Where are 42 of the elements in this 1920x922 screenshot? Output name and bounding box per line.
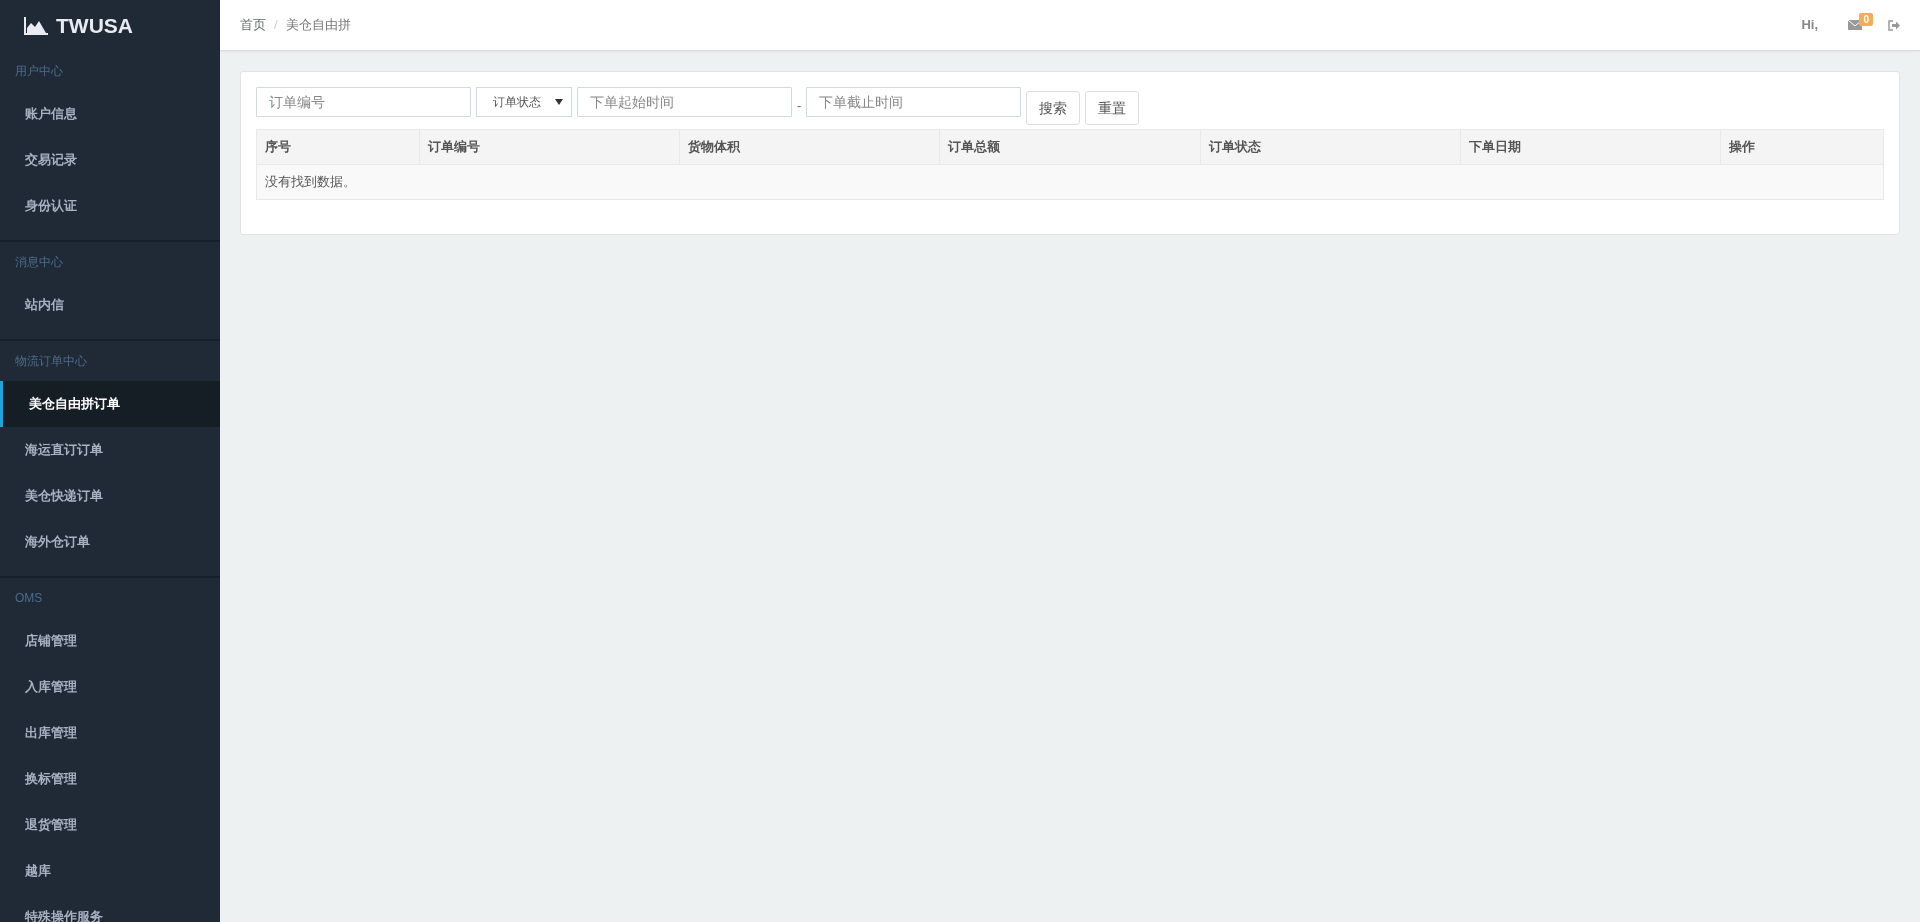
- greeting-text: Hi,: [1801, 16, 1818, 35]
- breadcrumb-link[interactable]: 首页: [240, 15, 266, 35]
- empty-table-message: 没有找到数据。: [256, 164, 1884, 200]
- sidebar-item[interactable]: 美仓自由拼订单: [0, 381, 220, 427]
- sidebar-item[interactable]: 美仓快递订单: [0, 473, 220, 519]
- sidebar-item[interactable]: 出库管理: [0, 710, 220, 756]
- sidebar-item[interactable]: 身份认证: [0, 183, 220, 229]
- sidebar-item[interactable]: 账户信息: [0, 91, 220, 137]
- search-button[interactable]: 搜索: [1026, 91, 1081, 125]
- sidebar-item[interactable]: 店铺管理: [0, 618, 220, 664]
- order-status-dropdown[interactable]: 订单状态: [476, 87, 572, 117]
- area-chart-icon: [24, 16, 48, 35]
- column-header: 订单状态: [1200, 129, 1461, 165]
- sidebar-item[interactable]: 海运直订订单: [0, 427, 220, 473]
- logout-icon[interactable]: [1888, 19, 1900, 31]
- start-time-field[interactable]: 下单起始时间: [577, 87, 792, 117]
- column-header: 下单日期: [1460, 129, 1721, 165]
- caret-icon: [555, 99, 563, 105]
- column-header: 序号: [256, 129, 420, 165]
- sidebar-section-title: 消息中心: [14, 254, 64, 271]
- sidebar-item[interactable]: 换标管理: [0, 756, 220, 802]
- breadcrumb-separator: /: [274, 16, 278, 35]
- column-header: 货物体积: [679, 129, 940, 165]
- column-header: 订单总额: [939, 129, 1201, 165]
- unread-count: 0: [1859, 13, 1873, 26]
- brand-name: TWUSA: [56, 12, 133, 39]
- sidebar-section-title: 物流订单中心: [14, 353, 88, 370]
- breadcrumb-current: 美仓自由拼: [285, 16, 351, 35]
- sidebar-section-title: 用户中心: [14, 63, 64, 80]
- sidebar-item[interactable]: 入库管理: [0, 664, 220, 710]
- reset-button[interactable]: 重置: [1085, 91, 1140, 125]
- sidebar-section-title: OMS: [14, 590, 44, 607]
- order-number-field[interactable]: 订单编号: [256, 87, 471, 117]
- end-time-field[interactable]: 下单截止时间: [806, 87, 1022, 117]
- sidebar-item[interactable]: 交易记录: [0, 137, 220, 183]
- sidebar-item[interactable]: 海外仓订单: [0, 519, 220, 565]
- sidebar-item[interactable]: 退货管理: [0, 802, 220, 848]
- column-header: 订单编号: [419, 129, 680, 165]
- sidebar-item[interactable]: 站内信: [0, 282, 220, 328]
- column-header: 操作: [1720, 129, 1884, 165]
- sidebar-item[interactable]: 越库: [0, 848, 220, 894]
- range-separator: -: [797, 97, 802, 115]
